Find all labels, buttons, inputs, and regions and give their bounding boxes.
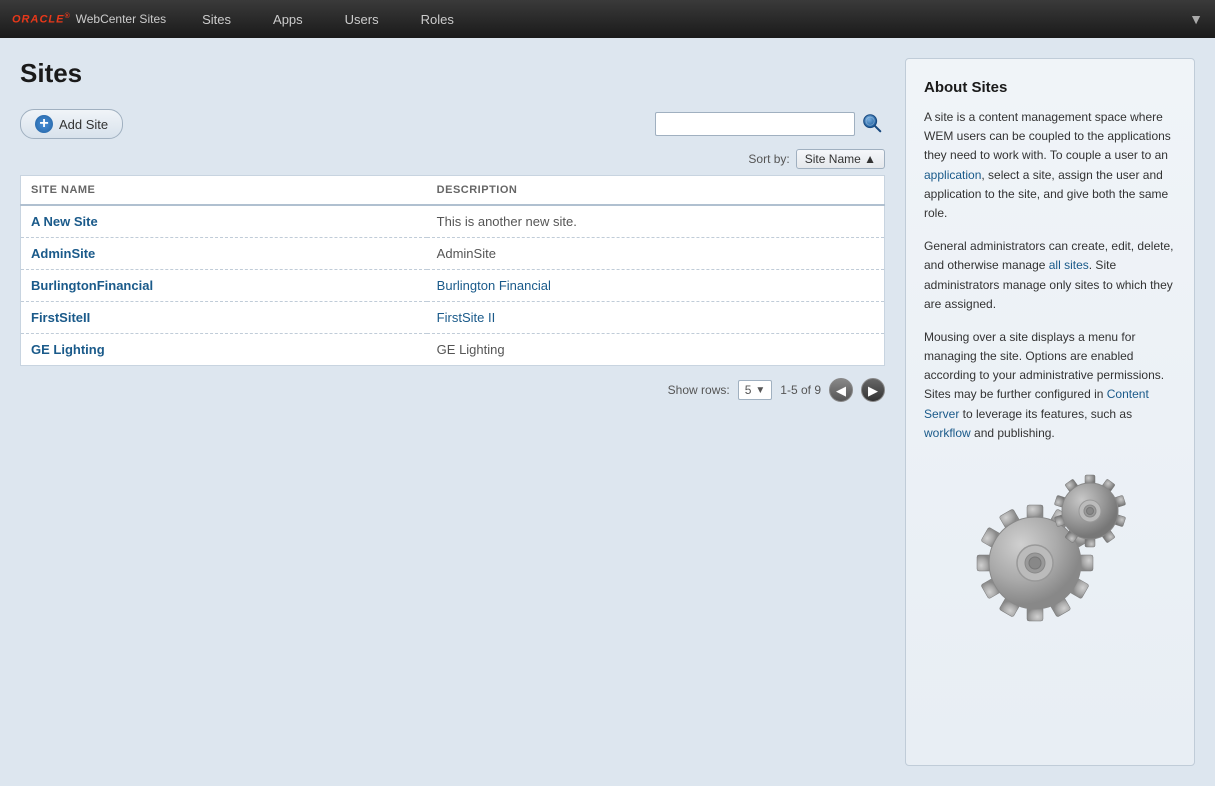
search-button[interactable] — [859, 110, 885, 139]
brand-logo: ORACLE® WebCenter Sites — [12, 12, 166, 26]
search-icon — [861, 112, 883, 134]
about-link-application[interactable]: application — [924, 168, 981, 182]
about-link-all-sites[interactable]: all sites — [1049, 258, 1089, 272]
table-row: BurlingtonFinancial Burlington Financial — [21, 270, 885, 302]
nav-items: Sites Apps Users Roles — [196, 8, 1189, 31]
content-area: Sites + Add Site — [20, 58, 885, 766]
about-link-workflow[interactable]: workflow — [924, 426, 971, 440]
about-title: About Sites — [924, 79, 1176, 96]
about-paragraph-2: General administrators can create, edit,… — [924, 237, 1176, 314]
rows-select[interactable]: 5 ▼ — [738, 380, 773, 400]
site-name-link[interactable]: A New Site — [31, 214, 98, 229]
sites-table: SITE NAME DESCRIPTION A New Site This is… — [20, 175, 885, 366]
col-site-name: SITE NAME — [21, 176, 427, 206]
site-description-link[interactable]: FirstSite II — [437, 310, 496, 325]
search-area — [655, 110, 885, 139]
page-info: 1-5 of 9 — [780, 383, 821, 397]
page-title: Sites — [20, 58, 885, 89]
nav-item-sites[interactable]: Sites — [196, 8, 237, 31]
product-name: WebCenter Sites — [76, 12, 167, 26]
add-site-button[interactable]: + Add Site — [20, 109, 123, 139]
sort-value: Site Name ▲ — [805, 152, 876, 166]
site-description: This is another new site. — [437, 214, 577, 229]
site-description-link[interactable]: Burlington Financial — [437, 278, 551, 293]
nav-item-roles[interactable]: Roles — [415, 8, 460, 31]
about-link-content-server[interactable]: Content Server — [924, 387, 1149, 420]
rows-value: 5 — [745, 383, 752, 397]
table-row: A New Site This is another new site. — [21, 205, 885, 238]
gears-illustration — [924, 463, 1176, 623]
sort-row: Sort by: Site Name ▲ — [20, 149, 885, 169]
site-description: AdminSite — [437, 246, 496, 261]
site-description: GE Lighting — [437, 342, 505, 357]
nav-item-apps[interactable]: Apps — [267, 8, 309, 31]
table-row: GE Lighting GE Lighting — [21, 334, 885, 366]
nav-right: ▼ — [1189, 11, 1203, 27]
site-name-link[interactable]: FirstSiteII — [31, 310, 90, 325]
main-container: Sites + Add Site — [0, 38, 1215, 786]
sort-label: Sort by: — [748, 152, 789, 166]
gears-svg — [960, 463, 1140, 623]
search-input[interactable] — [655, 112, 855, 136]
next-page-button[interactable]: ▶ — [861, 378, 885, 402]
sort-button[interactable]: Site Name ▲ — [796, 149, 885, 169]
site-name-link[interactable]: GE Lighting — [31, 342, 105, 357]
top-navigation: ORACLE® WebCenter Sites Sites Apps Users… — [0, 0, 1215, 38]
rows-dropdown-arrow: ▼ — [755, 385, 765, 396]
site-name-link[interactable]: BurlingtonFinancial — [31, 278, 153, 293]
show-rows-label: Show rows: — [668, 383, 730, 397]
toolbar: + Add Site — [20, 109, 885, 139]
table-row: FirstSiteII FirstSite II — [21, 302, 885, 334]
table-header: SITE NAME DESCRIPTION — [21, 176, 885, 206]
nav-item-users[interactable]: Users — [339, 8, 385, 31]
about-paragraph-3: Mousing over a site displays a menu for … — [924, 328, 1176, 443]
col-description: DESCRIPTION — [427, 176, 885, 206]
pagination-row: Show rows: 5 ▼ 1-5 of 9 ◀ ▶ — [20, 378, 885, 402]
plus-icon: + — [35, 115, 53, 133]
table-body: A New Site This is another new site. Adm… — [21, 205, 885, 366]
table-row: AdminSite AdminSite — [21, 238, 885, 270]
nav-dropdown-icon[interactable]: ▼ — [1189, 11, 1203, 27]
about-paragraph-1: A site is a content management space whe… — [924, 108, 1176, 223]
right-panel: About Sites A site is a content manageme… — [905, 58, 1195, 766]
prev-page-button[interactable]: ◀ — [829, 378, 853, 402]
add-site-label: Add Site — [59, 117, 108, 132]
site-name-link[interactable]: AdminSite — [31, 246, 95, 261]
oracle-logo-text: ORACLE® — [12, 13, 71, 26]
